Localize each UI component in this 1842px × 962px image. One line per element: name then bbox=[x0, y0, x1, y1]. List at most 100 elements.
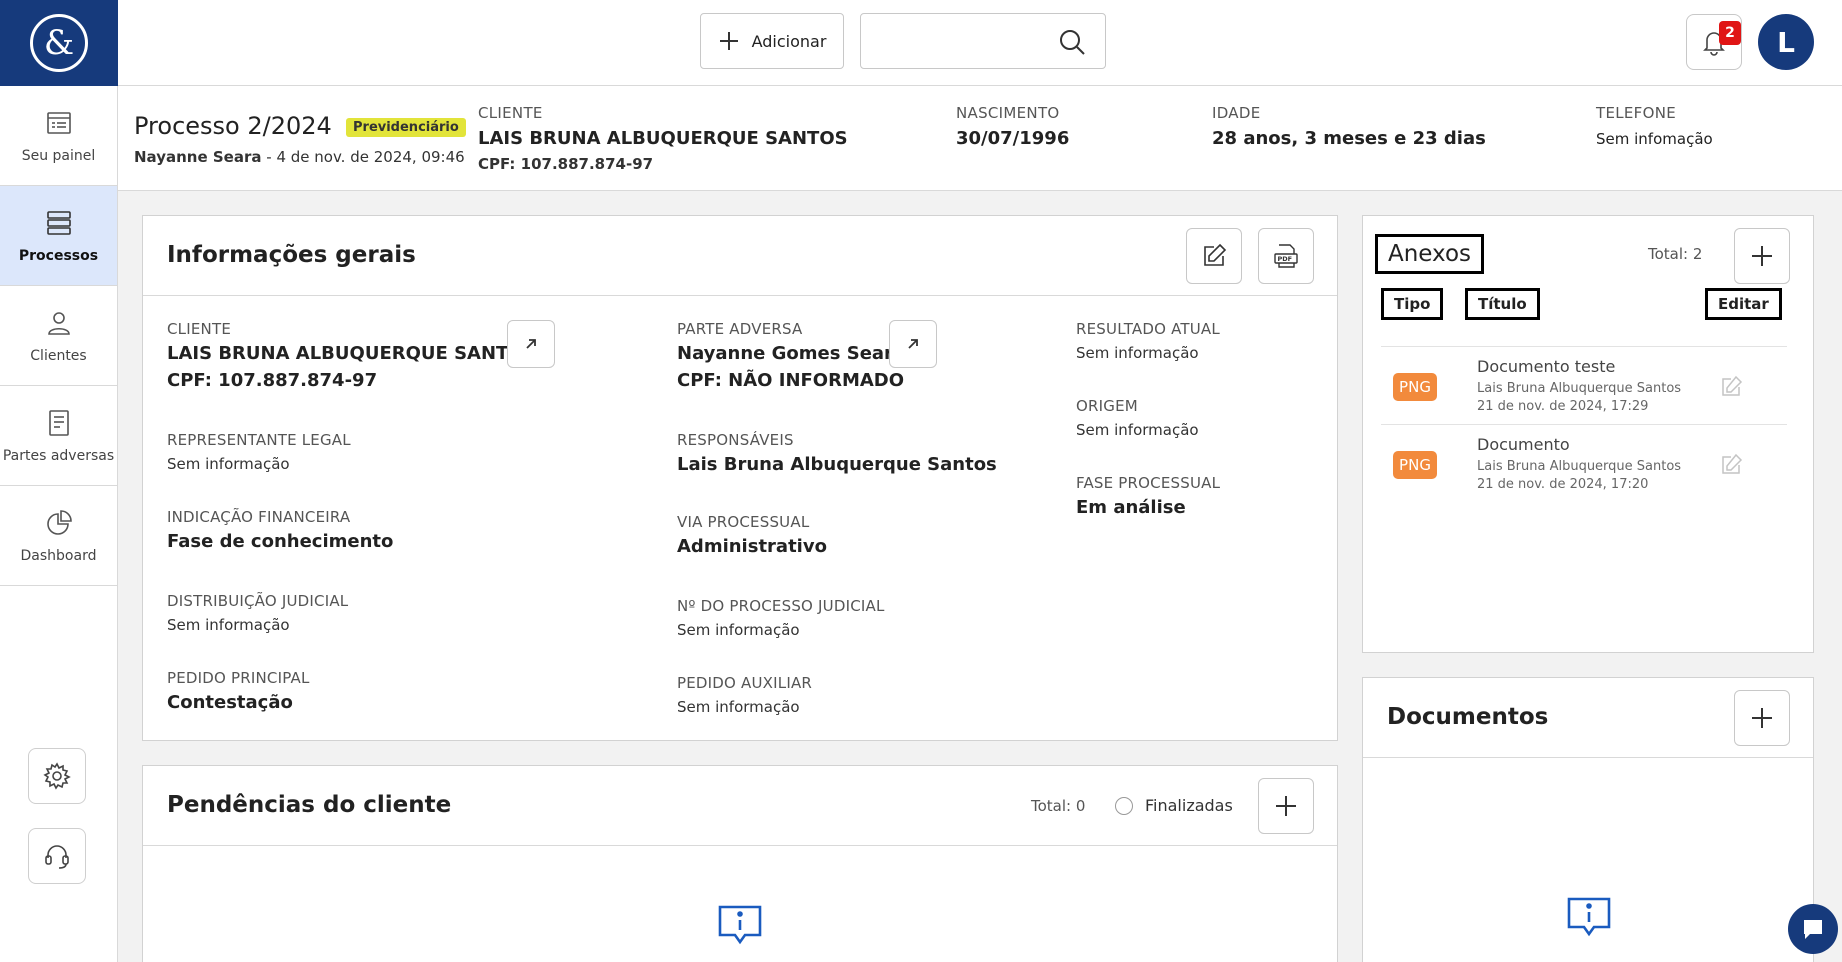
field-label: VIA PROCESSUAL bbox=[677, 513, 810, 531]
plus-icon bbox=[719, 32, 738, 50]
field-via-processual: VIA PROCESSUAL Administrativo bbox=[677, 513, 827, 557]
info-empty-icon bbox=[718, 905, 762, 945]
avatar[interactable]: L bbox=[1758, 14, 1814, 70]
finalized-radio[interactable] bbox=[1115, 797, 1133, 815]
notification-badge: 2 bbox=[1719, 21, 1741, 45]
field-resultado-atual: RESULTADO ATUAL Sem informação bbox=[1076, 320, 1220, 362]
search-icon[interactable] bbox=[1057, 27, 1087, 57]
attachments-card: Anexos Total: 2 Tipo Título Editar PNG D… bbox=[1362, 215, 1814, 653]
external-link-icon bbox=[526, 339, 536, 349]
plus-icon bbox=[1752, 708, 1772, 728]
process-header: Processo 2/2024 Previdenciário Nayanne S… bbox=[118, 86, 1842, 191]
chat-button[interactable] bbox=[1788, 904, 1838, 954]
field-numero-processo-judicial: Nº DO PROCESSO JUDICIAL Sem informação bbox=[677, 597, 885, 639]
field-label: REPRESENTANTE LEGAL bbox=[167, 431, 351, 449]
attachment-author: Lais Bruna Albuquerque Santos bbox=[1477, 459, 1682, 474]
edit-icon[interactable] bbox=[1719, 375, 1743, 399]
field-pedido-auxiliar: PEDIDO AUXILIAR Sem informação bbox=[677, 674, 812, 716]
field-label: RESULTADO ATUAL bbox=[1076, 320, 1220, 338]
field-value: Fase de conhecimento bbox=[167, 531, 394, 552]
field-value: Sem informação bbox=[1076, 344, 1199, 362]
chat-bubble-icon bbox=[1804, 920, 1822, 939]
gear-icon bbox=[43, 762, 71, 790]
header-age-value: 28 anos, 3 meses e 23 dias bbox=[1212, 128, 1486, 149]
field-label: ORIGEM bbox=[1076, 397, 1138, 415]
attachment-title: Documento bbox=[1477, 435, 1570, 454]
open-client-button[interactable] bbox=[507, 320, 555, 368]
pending-header: Pendências do cliente Total: 0 Finalizad… bbox=[143, 766, 1337, 846]
header-phone-value: Sem infomação bbox=[1596, 130, 1713, 148]
open-adverse-party-button[interactable] bbox=[889, 320, 937, 368]
sidebar-item-dashboard[interactable]: Dashboard bbox=[0, 486, 117, 586]
add-pending-button[interactable] bbox=[1258, 778, 1314, 834]
headset-icon bbox=[45, 845, 69, 869]
sidebar-item-seu-painel[interactable]: Seu painel bbox=[0, 86, 117, 186]
sidebar-item-clientes[interactable]: Clientes bbox=[0, 286, 117, 386]
sidebar-item-label: Processos bbox=[18, 247, 99, 264]
process-meta-separator: - bbox=[261, 148, 277, 166]
add-button[interactable]: Adicionar bbox=[700, 13, 844, 69]
header-client-name: LAIS BRUNA ALBUQUERQUE SANTOS bbox=[478, 128, 848, 149]
general-info-header: Informações gerais PDF bbox=[143, 216, 1337, 296]
external-link-icon bbox=[908, 339, 918, 349]
file-type-badge: PNG bbox=[1393, 373, 1437, 401]
column-header-tipo: Tipo bbox=[1381, 288, 1444, 320]
field-value: Contestação bbox=[167, 692, 293, 713]
svg-text:PDF: PDF bbox=[1278, 255, 1293, 263]
sidebar-item-partes-adversas[interactable]: Partes adversas bbox=[0, 386, 117, 486]
pending-title: Pendências do cliente bbox=[167, 792, 452, 818]
sidebar-item-label: Dashboard bbox=[20, 547, 97, 564]
add-document-button[interactable] bbox=[1734, 690, 1790, 746]
logo[interactable]: & bbox=[0, 0, 118, 86]
add-attachment-button[interactable] bbox=[1734, 228, 1790, 284]
attachments-title: Anexos bbox=[1375, 234, 1485, 274]
column-header-titulo: Título bbox=[1465, 288, 1540, 320]
process-meta: Nayanne Seara - 4 de nov. de 2024, 09:46 bbox=[134, 148, 465, 166]
header-phone-label: TELEFONE bbox=[1596, 104, 1677, 122]
search-input[interactable] bbox=[861, 14, 1051, 68]
document-icon bbox=[48, 409, 69, 436]
finalized-label: Finalizadas bbox=[1145, 796, 1233, 815]
field-value: Nayanne Gomes Seara bbox=[677, 343, 906, 364]
attachment-title: Documento teste bbox=[1477, 357, 1616, 376]
pie-chart-icon bbox=[46, 509, 72, 535]
documents-title: Documentos bbox=[1387, 704, 1549, 730]
export-pdf-button[interactable]: PDF bbox=[1258, 228, 1314, 284]
column-header-editar: Editar bbox=[1705, 288, 1782, 320]
pending-card: Pendências do cliente Total: 0 Finalizad… bbox=[142, 765, 1338, 962]
sidebar-item-processos[interactable]: Processos bbox=[0, 186, 117, 286]
field-label: RESPONSÁVEIS bbox=[677, 431, 794, 449]
support-button[interactable] bbox=[28, 828, 86, 884]
field-distribuicao-judicial: DISTRIBUIÇÃO JUDICIAL Sem informação bbox=[167, 592, 348, 634]
attachment-row[interactable]: PNG Documento teste Lais Bruna Albuquerq… bbox=[1381, 346, 1787, 424]
header-birth: NASCIMENTO 30/07/1996 bbox=[956, 104, 1069, 149]
settings-button[interactable] bbox=[28, 748, 86, 804]
search-box bbox=[860, 13, 1106, 69]
field-value: Sem informação bbox=[677, 621, 800, 639]
field-origem: ORIGEM Sem informação bbox=[1076, 397, 1199, 439]
header-client-cpf: CPF: 107.887.874-97 bbox=[478, 155, 654, 173]
field-cliente: CLIENTE LAIS BRUNA ALBUQUERQUE SANTOS CP… bbox=[167, 320, 537, 391]
field-value: Sem informação bbox=[677, 698, 800, 716]
field-pedido-principal: PEDIDO PRINCIPAL Contestação bbox=[167, 669, 310, 713]
field-label: DISTRIBUIÇÃO JUDICIAL bbox=[167, 592, 349, 610]
user-icon bbox=[47, 311, 70, 335]
field-label: PARTE ADVERSA bbox=[677, 320, 803, 338]
process-type-badge: Previdenciário bbox=[346, 118, 466, 137]
info-empty-icon bbox=[1567, 897, 1611, 937]
documents-header: Documentos bbox=[1363, 678, 1813, 758]
stack-icon bbox=[46, 210, 71, 235]
attachment-date: 21 de nov. de 2024, 17:29 bbox=[1477, 399, 1649, 414]
edit-icon[interactable] bbox=[1719, 453, 1743, 477]
general-info-card: Informações gerais PDF CLIENTE LAIS BRUN… bbox=[142, 215, 1338, 741]
process-author: Nayanne Seara bbox=[134, 148, 262, 166]
plus-icon bbox=[1276, 796, 1296, 816]
header-birth-label: NASCIMENTO bbox=[956, 104, 1060, 122]
notifications-button[interactable]: 2 bbox=[1686, 14, 1742, 70]
attachment-row[interactable]: PNG Documento Lais Bruna Albuquerque San… bbox=[1381, 424, 1787, 502]
field-label: Nº DO PROCESSO JUDICIAL bbox=[677, 597, 885, 615]
file-type-badge: PNG bbox=[1393, 451, 1437, 479]
edit-process-button[interactable] bbox=[1186, 228, 1242, 284]
documents-card: Documentos bbox=[1362, 677, 1814, 962]
field-value: Sem informação bbox=[1076, 421, 1199, 439]
